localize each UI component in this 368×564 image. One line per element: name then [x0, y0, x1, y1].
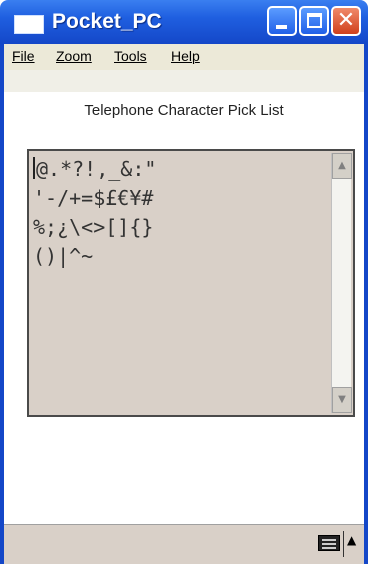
bottom-command-bar: ▲ — [4, 524, 364, 564]
menu-help[interactable]: Help — [171, 48, 200, 64]
window-icon — [14, 15, 44, 34]
keyboard-icon[interactable] — [318, 535, 340, 551]
close-button[interactable]: ✕ — [331, 6, 361, 36]
scroll-down-button[interactable]: ▼ — [332, 387, 352, 413]
divider — [343, 531, 344, 557]
character-pick-list[interactable]: @.*?!,_&:" '-/+=$£€¥# %;¿\<>[]{} ()|^~ ▲ ▼ — [27, 149, 355, 417]
vertical-scrollbar[interactable]: ▲ ▼ — [331, 153, 352, 413]
close-icon: ✕ — [336, 8, 356, 33]
scroll-up-button[interactable]: ▲ — [332, 153, 352, 179]
minimize-icon — [276, 25, 287, 29]
pick-list-line: %;¿\<>[]{} — [33, 215, 154, 239]
maximize-button[interactable] — [299, 6, 329, 36]
menu-zoom[interactable]: Zoom — [56, 48, 92, 64]
pick-list-line: ()|^~ — [33, 244, 94, 268]
menu-file[interactable]: File — [12, 48, 35, 64]
window-frame-right — [364, 44, 368, 564]
menu-strip: File Zoom Tools Help — [4, 44, 364, 70]
menu-bar: File Zoom Tools Help — [0, 44, 368, 92]
minimize-button[interactable] — [267, 6, 297, 36]
maximize-icon — [307, 13, 322, 28]
pick-list-line: @.*?!,_&:" — [33, 155, 329, 184]
window-title: Pocket_PC — [52, 10, 162, 33]
window-frame-left — [0, 44, 4, 564]
pick-list-line: '-/+=$£€¥# — [33, 186, 154, 210]
input-panel-arrow-icon[interactable]: ▲ — [347, 533, 356, 547]
menu-tools[interactable]: Tools — [114, 48, 147, 64]
text-caret — [33, 157, 35, 179]
pick-list-text[interactable]: @.*?!,_&:" '-/+=$£€¥# %;¿\<>[]{} ()|^~ — [33, 155, 329, 271]
page-title: Telephone Character Pick List — [84, 102, 284, 119]
title-bar: Pocket_PC ✕ — [0, 0, 368, 44]
